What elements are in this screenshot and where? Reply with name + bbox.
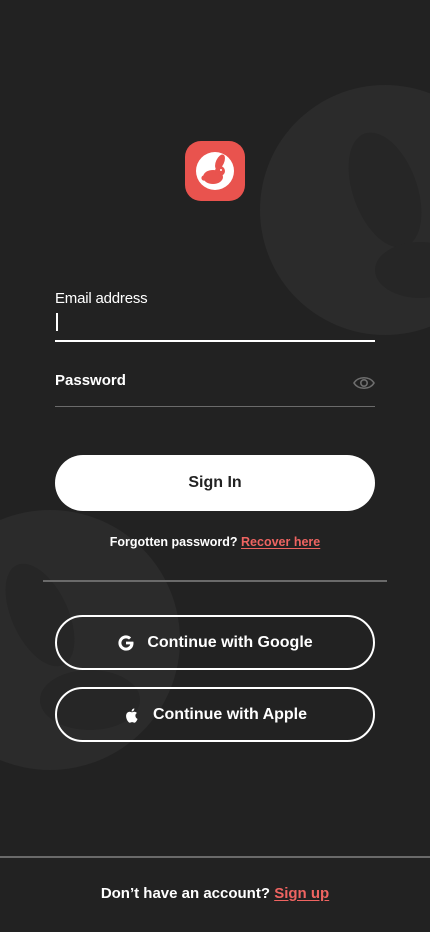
sign-in-button[interactable]: Sign In — [55, 455, 375, 511]
email-input[interactable] — [55, 312, 375, 334]
footer-divider — [0, 856, 430, 858]
sign-in-label: Sign In — [188, 474, 242, 491]
apple-sign-in-button[interactable]: Continue with Apple — [55, 687, 375, 742]
apple-label: Continue with Apple — [152, 705, 308, 723]
google-sign-in-button[interactable]: Continue with Google — [55, 615, 375, 670]
google-label: Continue with Google — [147, 633, 313, 651]
signup-text: Don’t have an account? — [100, 885, 271, 902]
text-caret — [56, 313, 58, 331]
recover-link[interactable]: Recover here — [241, 535, 320, 549]
divider — [43, 580, 387, 582]
signup-prompt: Don’t have an account? Sign up — [0, 885, 430, 902]
password-label: Password — [55, 372, 126, 389]
app-logo — [185, 141, 245, 201]
apple-icon — [123, 706, 141, 724]
email-label: Email address — [55, 290, 148, 307]
google-icon — [117, 634, 135, 652]
eye-icon[interactable] — [353, 374, 375, 392]
forgot-password: Forgotten password? Recover here — [0, 535, 430, 549]
password-field[interactable]: Password — [55, 372, 375, 407]
forgot-text: Forgotten password? — [109, 535, 238, 549]
rabbit-icon — [196, 152, 234, 190]
signup-link[interactable]: Sign up — [274, 885, 329, 902]
email-field[interactable]: Email address — [55, 290, 375, 342]
